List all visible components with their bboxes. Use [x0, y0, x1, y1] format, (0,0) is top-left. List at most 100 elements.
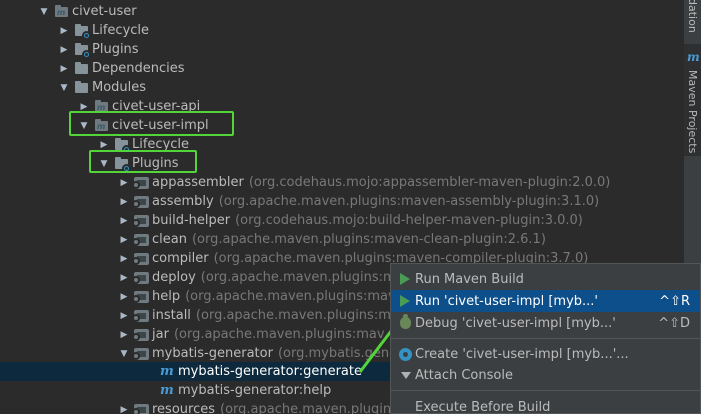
plugin-coordinates: (org.codehaus.mojo:build-helper-maven-pl… [235, 213, 583, 228]
context-menu: Run Maven Build Run 'civet-user-impl [my… [390, 263, 701, 414]
menu-item-shortcut: ^⇧R [659, 293, 690, 309]
menu-item-run-maven-build[interactable]: Run Maven Build [391, 268, 700, 290]
expand-arrow-icon[interactable]: ▶ [118, 325, 130, 344]
tree-node-lifecycle[interactable]: ▶ Lifecycle [0, 21, 683, 40]
tree-node-plugin-build-helper[interactable]: ▶ build-helper (org.codehaus.mojo:build-… [0, 211, 683, 230]
lifecycle-folder-icon [74, 23, 91, 40]
settings-icon [391, 343, 415, 365]
tree-node-plugin-assembly[interactable]: ▶ assembly (org.apache.maven.plugins:mav… [0, 192, 683, 211]
plugin-coordinates: (org.apache.maven.plugins:mav [173, 327, 385, 342]
menu-item-label: Run Maven Build [415, 271, 524, 287]
tree-node-label: Dependencies [92, 61, 185, 76]
plugin-coordinates: (org.apache.maven.plugins:maven-assembly… [218, 194, 600, 209]
menu-separator [391, 338, 700, 339]
tool-tab-label: dation [686, 0, 699, 33]
maven-plugin-icon [132, 327, 150, 343]
plugins-folder-icon [114, 156, 131, 173]
maven-module-icon: m [94, 118, 110, 134]
menu-item-shortcut: ^⇧D [658, 315, 690, 331]
tree-node-civet-user-api[interactable]: ▶ m civet-user-api [0, 97, 683, 116]
expand-arrow-icon[interactable]: ▶ [118, 400, 130, 414]
expand-arrow-icon[interactable]: ▶ [118, 173, 130, 192]
expand-arrow-icon[interactable]: ▶ [118, 230, 130, 249]
expand-arrow-icon[interactable]: ▶ [118, 211, 130, 230]
tree-node-impl-plugins[interactable]: ▼ Plugins [0, 154, 683, 173]
tool-tab-hidden[interactable]: dation [684, 0, 701, 42]
tree-node-label: resources [152, 402, 216, 414]
tree-node-label: civet-user-api [112, 99, 201, 114]
tree-node-label: help [152, 289, 181, 304]
tree-node-label: install [152, 308, 191, 323]
maven-plugin-icon [132, 289, 150, 305]
run-icon [391, 268, 415, 290]
menu-item-execute-before-build[interactable]: Execute Before Build [391, 396, 700, 414]
expand-arrow-icon[interactable]: ▶ [118, 249, 130, 268]
tree-node-label: assembly [152, 194, 214, 209]
menu-item-debug-config[interactable]: Debug 'civet-user-impl [myb...' ^⇧D [391, 312, 700, 334]
maven-goal-icon: m [160, 383, 174, 398]
tree-node-label: Plugins [132, 156, 179, 171]
tree-node-plugin-appassembler[interactable]: ▶ appassembler (org.codehaus.mojo:appass… [0, 173, 683, 192]
collapse-arrow-icon[interactable]: ▼ [98, 154, 110, 173]
tree-node-label: mybatis-generator:generate [178, 364, 362, 379]
plugin-coordinates: (org.apache.maven.plugins:mav [185, 289, 396, 304]
expand-arrow-icon[interactable]: ▶ [118, 268, 130, 287]
tree-node-impl-lifecycle[interactable]: ▶ Lifecycle [0, 135, 683, 154]
expand-arrow-icon[interactable]: ▶ [58, 59, 70, 78]
expand-arrow-icon[interactable]: ▶ [118, 287, 130, 306]
tree-node-modules[interactable]: ▼ Modules [0, 78, 683, 97]
collapse-arrow-icon[interactable]: ▼ [58, 78, 70, 97]
folder-icon [74, 80, 90, 96]
menu-separator [391, 390, 700, 391]
tree-node-civet-user-impl[interactable]: ▼ m civet-user-impl [0, 116, 683, 135]
maven-plugin-icon [132, 175, 150, 191]
tree-node-plugins[interactable]: ▶ Plugins [0, 40, 683, 59]
tree-node-label: deploy [152, 270, 196, 285]
menu-item-label: Attach Console [415, 367, 513, 383]
tree-node-plugin-clean[interactable]: ▶ clean (org.apache.maven.plugins:maven-… [0, 230, 683, 249]
menu-item-run-config[interactable]: Run 'civet-user-impl [myb...' ^⇧R [391, 290, 700, 312]
maven-goal-icon: m [160, 364, 174, 379]
expand-arrow-icon[interactable]: ▶ [58, 40, 70, 59]
tree-node-label: mybatis-generator [152, 346, 273, 361]
expand-arrow-icon[interactable]: ▶ [58, 21, 70, 40]
lifecycle-folder-icon [114, 137, 131, 154]
plugin-coordinates: (org.apache.maven.plugins [220, 402, 398, 414]
menu-item-label: Create 'civet-user-impl [myb...'... [415, 346, 629, 362]
tree-node-civet-user[interactable]: ▼ m civet-user [0, 2, 683, 21]
tree-node-label: jar [152, 327, 169, 342]
menu-item-create-config[interactable]: Create 'civet-user-impl [myb...'... [391, 343, 700, 365]
tree-node-label: appassembler [152, 175, 244, 190]
tree-node-label: Lifecycle [132, 137, 190, 152]
menu-item-label: Run 'civet-user-impl [myb...' [415, 293, 599, 309]
plugins-folder-icon [74, 42, 91, 59]
maven-plugin-icon [132, 402, 150, 414]
expand-arrow-icon[interactable]: ▶ [118, 306, 130, 325]
collapse-arrow-icon[interactable]: ▼ [78, 116, 90, 135]
maven-projects-tab[interactable]: m Maven Projects [684, 44, 701, 156]
tree-node-label: Lifecycle [92, 23, 150, 38]
expand-arrow-icon[interactable]: ▼ [38, 2, 50, 21]
maven-plugin-icon [132, 251, 150, 267]
plugin-coordinates: (org.apache.maven.plugins:mav [195, 308, 407, 323]
collapse-arrow-icon[interactable]: ▼ [118, 344, 130, 363]
menu-item-label: Execute Before Build [415, 399, 551, 414]
maven-plugin-icon [132, 308, 150, 324]
maven-projects-tab-label: Maven Projects [686, 70, 699, 154]
expand-arrow-icon[interactable]: ▶ [98, 135, 110, 154]
folder-icon [74, 61, 90, 77]
expand-arrow-icon[interactable]: ▶ [78, 97, 90, 116]
tree-node-label: Modules [92, 80, 147, 95]
maven-plugin-icon [132, 270, 150, 286]
maven-module-icon: m [94, 99, 110, 115]
maven-plugin-icon [132, 213, 150, 229]
tree-node-label: build-helper [152, 213, 231, 228]
maven-plugin-icon [132, 194, 150, 210]
expand-arrow-icon[interactable]: ▶ [118, 192, 130, 211]
plugin-coordinates: (org.apache.maven.plugins:ma [200, 270, 404, 285]
tree-node-dependencies[interactable]: ▶ Dependencies [0, 59, 683, 78]
menu-item-attach-console[interactable]: Attach Console [391, 364, 700, 386]
tree-node-label: clean [152, 232, 187, 247]
debug-icon [391, 312, 415, 334]
run-icon [391, 290, 415, 312]
